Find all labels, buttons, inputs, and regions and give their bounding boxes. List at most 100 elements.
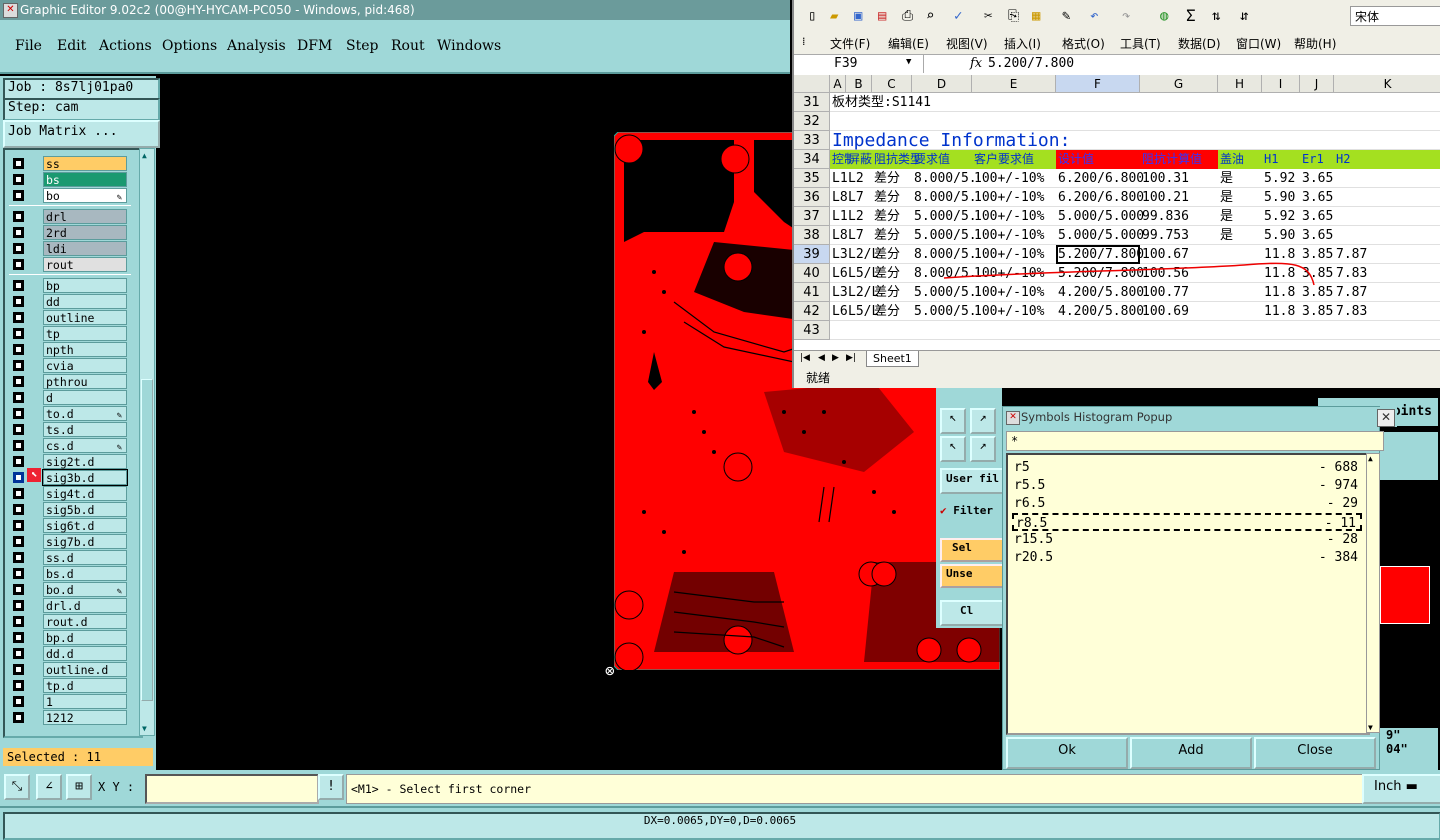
snap-grid-icon[interactable]: ⊞	[66, 774, 92, 800]
excel-menu-file[interactable]: 文件(F)	[830, 35, 870, 52]
row-header[interactable]: 36	[794, 188, 830, 207]
layer-row[interactable]: sig4t.d	[9, 486, 129, 501]
layer-name[interactable]: bo ✎	[43, 188, 127, 203]
symbol-row[interactable]: r5 - 688	[1012, 459, 1362, 477]
excel-menu-data[interactable]: 数据(D)	[1178, 35, 1221, 52]
layer-row[interactable]: npth	[9, 342, 129, 357]
arrow-sw-icon[interactable]: ↖	[940, 436, 966, 462]
layer-row[interactable]: rout.d	[9, 614, 129, 629]
cell[interactable]: 100.31	[1142, 169, 1224, 188]
layer-name[interactable]: ldi	[43, 241, 127, 256]
cell[interactable]: 100+/-10%	[974, 283, 1062, 302]
cell[interactable]: 100+/-10%	[974, 264, 1062, 283]
cell[interactable]: 客户要求值	[974, 150, 1062, 169]
cell[interactable]: 5.000/5.000	[914, 302, 978, 321]
column-header[interactable]: D	[912, 75, 972, 93]
layer-row[interactable]: cvia	[9, 358, 129, 373]
cell[interactable]: 5.000/5.000	[1058, 207, 1146, 226]
cell[interactable]: 11.8	[1264, 283, 1306, 302]
excel-menu-insert[interactable]: 插入(I)	[1004, 35, 1041, 52]
layer-checkbox[interactable]	[13, 488, 24, 499]
cell[interactable]: 100+/-10%	[974, 169, 1062, 188]
cell[interactable]: 5.000/5.000	[914, 283, 978, 302]
cell[interactable]: 5.000/5.000	[1058, 226, 1146, 245]
job-matrix-button[interactable]: Job Matrix ...	[3, 120, 160, 148]
layer-name[interactable]: outline	[43, 310, 127, 325]
layer-checkbox[interactable]	[13, 174, 24, 185]
active-cell[interactable]	[1056, 245, 1140, 264]
layer-checkbox[interactable]	[13, 312, 24, 323]
cell[interactable]: 100.21	[1142, 188, 1224, 207]
scroll-thumb[interactable]	[141, 379, 153, 701]
layer-row[interactable]: tp.d	[9, 678, 129, 693]
layer-checkbox[interactable]	[13, 616, 24, 627]
cell[interactable]: 5.000/5.000	[914, 226, 978, 245]
select-all-corner[interactable]	[794, 75, 830, 93]
symbol-list-scrollbar[interactable]: ▲ ▼	[1366, 453, 1380, 733]
layer-row[interactable]: bs.d	[9, 566, 129, 581]
cell[interactable]	[1220, 264, 1268, 283]
layer-checkbox[interactable]	[13, 632, 24, 643]
layer-row[interactable]: sig2t.d	[9, 454, 129, 469]
layer-row[interactable]: sig7b.d	[9, 534, 129, 549]
layer-row[interactable]: ss	[9, 156, 129, 171]
layer-row[interactable]: d	[9, 390, 129, 405]
layer-checkbox[interactable]	[13, 712, 24, 723]
layer-name[interactable]: bs	[43, 172, 127, 187]
layer-row[interactable]: ldi	[9, 241, 129, 256]
tab-last-icon[interactable]: ▶|	[846, 353, 856, 363]
symbol-row[interactable]: r8.5- 11	[1012, 513, 1362, 531]
add-button[interactable]: Add	[1130, 737, 1252, 769]
row-header[interactable]: 33	[794, 131, 830, 150]
name-box[interactable]: F39	[794, 55, 924, 73]
row-header[interactable]: 43	[794, 321, 830, 340]
layer-name[interactable]: sig5b.d	[43, 502, 127, 517]
cell[interactable]	[1336, 188, 1440, 207]
layer-row[interactable]: 2rd	[9, 225, 129, 240]
formula-input[interactable]: 5.200/7.800	[988, 55, 1074, 73]
layer-name[interactable]: sig3b.d	[42, 469, 128, 486]
cell[interactable]: 7.83	[1336, 264, 1440, 283]
layer-checkbox[interactable]	[13, 440, 24, 451]
layer-row[interactable]: cs.d ✎	[9, 438, 129, 453]
layer-name[interactable]: sig2t.d	[43, 454, 127, 469]
menu-options[interactable]: Options	[162, 38, 217, 54]
xy-input[interactable]	[145, 774, 319, 804]
layer-name[interactable]: 1	[43, 694, 127, 709]
cell[interactable]: 3.85	[1302, 264, 1340, 283]
cell[interactable]: 差分	[874, 264, 918, 283]
layer-row[interactable]: bo.d ✎	[9, 582, 129, 597]
arrow-se-icon[interactable]: ↗	[970, 436, 996, 462]
layer-row[interactable]: rout	[9, 257, 129, 272]
layer-row[interactable]: bo ✎	[9, 188, 129, 203]
zoom-area-icon[interactable]: ⤡	[4, 774, 30, 800]
hyperlink-icon[interactable]: ◍	[1160, 8, 1168, 24]
layer-row[interactable]: ts.d	[9, 422, 129, 437]
layer-checkbox[interactable]	[13, 360, 24, 371]
cell[interactable]: 5.90	[1264, 226, 1306, 245]
row-header[interactable]: 40	[794, 264, 830, 283]
permission-icon[interactable]: ▤	[878, 8, 886, 24]
layer-checkbox[interactable]	[13, 424, 24, 435]
measure-icon[interactable]: ∠	[36, 774, 62, 800]
spreadsheet-grid[interactable]: A B C D E F G H I J K 31 板材类型:S1141 32 33 Impedance Inf…	[794, 75, 1440, 350]
spelling-icon[interactable]: ✓	[954, 8, 962, 24]
alert-icon[interactable]: !	[318, 774, 344, 800]
excel-menu-help[interactable]: 帮助(H)	[1294, 35, 1336, 52]
layer-checkbox[interactable]	[13, 520, 24, 531]
menu-actions[interactable]: Actions	[99, 38, 152, 54]
layer-checkbox[interactable]	[13, 600, 24, 611]
function-icon[interactable]: fx	[970, 56, 982, 71]
menu-rout[interactable]: Rout	[391, 38, 425, 54]
cell[interactable]: 3.85	[1302, 245, 1340, 264]
layer-row[interactable]: ss.d	[9, 550, 129, 565]
cell[interactable]: 阻抗类型	[874, 150, 918, 169]
cell[interactable]: 3.65	[1302, 207, 1340, 226]
scroll-down-icon[interactable]: ▼	[142, 724, 147, 733]
cell[interactable]: 11.8	[1264, 245, 1306, 264]
column-header[interactable]: G	[1140, 75, 1218, 93]
column-header[interactable]: I	[1262, 75, 1300, 93]
cell[interactable]: 差分	[874, 245, 918, 264]
cell[interactable]: 11.8	[1264, 302, 1306, 321]
layer-checkbox[interactable]	[13, 344, 24, 355]
